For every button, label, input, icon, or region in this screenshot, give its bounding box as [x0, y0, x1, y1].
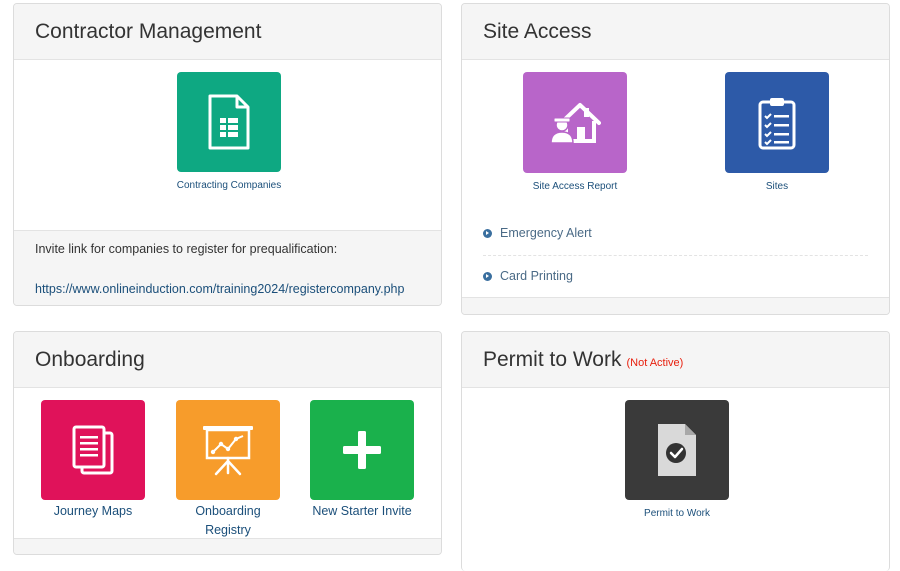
onboarding-title: Onboarding — [35, 347, 145, 371]
site-access-panel: Site Access Site Access Report Sites Eme… — [461, 3, 890, 315]
permit-to-work-label[interactable]: Permit to Work — [577, 507, 777, 520]
sites-tile[interactable] — [725, 72, 829, 173]
not-active-status: (Not Active) — [626, 356, 684, 369]
contracting-companies-label[interactable]: Contracting Companies — [127, 179, 331, 192]
contracting-companies-tile[interactable] — [177, 72, 281, 172]
journey-maps-label[interactable]: Journey Maps — [23, 502, 163, 521]
card-printing-label[interactable]: Card Printing — [500, 269, 573, 283]
presentation-chart-icon — [203, 426, 253, 476]
permit-to-work-tile[interactable] — [625, 400, 729, 500]
sites-label[interactable]: Sites — [677, 180, 877, 193]
house-person-icon — [550, 102, 601, 144]
emergency-alert-label[interactable]: Emergency Alert — [500, 226, 592, 240]
chevron-circle-icon — [483, 271, 492, 281]
journey-maps-tile[interactable] — [41, 400, 145, 500]
permit-to-work-header: Permit to Work (Not Active) — [462, 332, 889, 388]
spreadsheet-document-icon — [208, 94, 250, 150]
site-access-header: Site Access — [462, 4, 889, 60]
new-starter-invite-label[interactable]: New Starter Invite — [292, 502, 432, 521]
documents-stack-icon — [72, 425, 114, 475]
site-access-footer — [462, 297, 889, 314]
onboarding-header: Onboarding — [14, 332, 441, 388]
new-starter-invite-tile[interactable] — [310, 400, 414, 500]
permit-to-work-title: Permit to Work — [483, 347, 622, 371]
site-access-report-label[interactable]: Site Access Report — [475, 180, 675, 193]
onboarding-panel: Onboarding Journey Maps Onboarding Regis… — [13, 331, 442, 555]
contractor-management-header: Contractor Management — [14, 4, 441, 60]
contractor-management-title: Contractor Management — [35, 19, 262, 43]
chevron-circle-icon — [483, 228, 492, 238]
onboarding-footer — [14, 538, 441, 554]
onboarding-registry-tile[interactable] — [176, 400, 280, 500]
document-check-icon — [658, 424, 696, 476]
onboarding-registry-label-line1[interactable]: Onboarding — [158, 502, 298, 521]
onboarding-registry-label[interactable]: Onboarding Registry — [158, 502, 298, 540]
emergency-alert-link[interactable]: Emergency Alert — [483, 226, 868, 240]
site-access-title: Site Access — [483, 19, 592, 43]
site-access-report-tile[interactable] — [523, 72, 627, 173]
permit-to-work-panel: Permit to Work (Not Active) Permit to Wo… — [461, 331, 890, 571]
link-divider — [483, 255, 868, 256]
clipboard-checklist-icon — [758, 97, 796, 149]
contractor-management-panel: Contractor Management Contracting Compan… — [13, 3, 442, 306]
plus-icon — [343, 431, 381, 469]
card-printing-link[interactable]: Card Printing — [483, 269, 868, 283]
invite-text: Invite link for companies to register fo… — [35, 242, 338, 256]
invite-area: Invite link for companies to register fo… — [14, 230, 441, 305]
invite-link[interactable]: https://www.onlineinduction.com/training… — [35, 282, 404, 296]
